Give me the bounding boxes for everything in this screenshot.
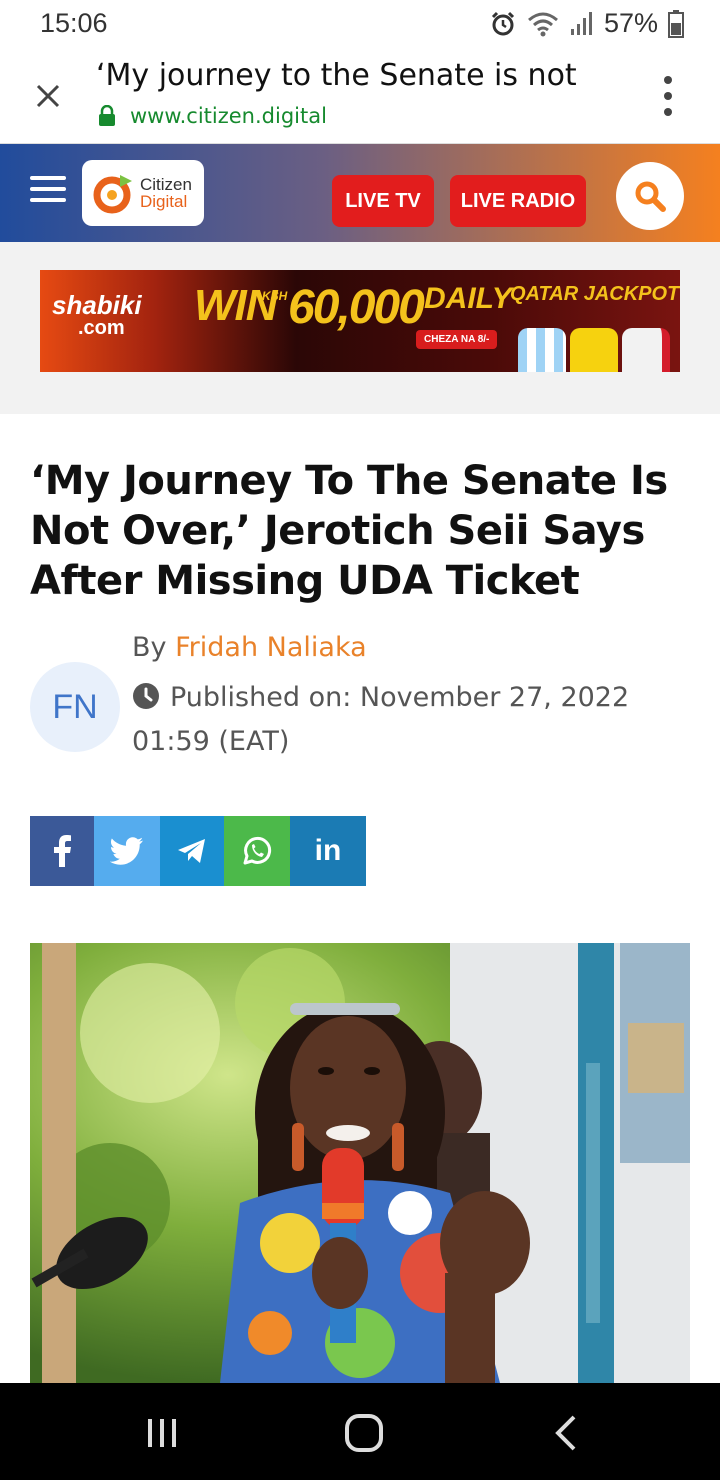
tab-page-title: ‘My journey to the Senate is not (96, 58, 577, 93)
twitter-icon (110, 837, 143, 865)
share-whatsapp-button[interactable] (224, 816, 290, 886)
author-link[interactable]: Fridah Naliaka (175, 632, 367, 663)
facebook-icon (54, 835, 71, 867)
tab-url: www.citizen.digital (130, 104, 327, 128)
system-nav-bar (0, 1383, 720, 1480)
status-icons: 57% (490, 8, 684, 39)
ad-brand: shabiki .com (52, 292, 142, 338)
article-headline: ‘My Journey To The Senate Is Not Over,’ … (30, 458, 668, 604)
clock-icon (133, 683, 159, 709)
ad-banner[interactable]: shabiki .com WIN KSH 60,000 DAILY QATAR … (40, 270, 680, 372)
lock-icon (99, 105, 115, 126)
ad-jackpot: QATAR JACKPOT (510, 283, 680, 305)
article-photo-illustration (30, 943, 690, 1383)
ad-jersey-argentina (518, 328, 566, 372)
logo-text-digital: Digital (140, 192, 188, 211)
close-icon[interactable] (30, 78, 66, 114)
ad-cta: CHEZA NA 8/- (416, 330, 498, 349)
ad-area: shabiki .com WIN KSH 60,000 DAILY QATAR … (0, 242, 720, 414)
site-logo[interactable]: Citizen Digital (82, 160, 204, 226)
share-linkedin-button[interactable]: in (290, 816, 366, 886)
live-tv-button[interactable]: LIVE TV (332, 175, 434, 227)
ad-jersey-brazil (570, 328, 618, 372)
linkedin-icon: in (314, 834, 342, 867)
search-button[interactable] (616, 162, 684, 230)
battery-icon (668, 9, 684, 38)
wifi-icon (527, 12, 558, 36)
share-bar: in (30, 816, 366, 886)
signal-icon (570, 11, 592, 35)
author-avatar: FN (30, 662, 120, 752)
ad-jersey-england (622, 328, 670, 372)
back-icon[interactable] (546, 1411, 590, 1455)
live-radio-button[interactable]: LIVE RADIO (450, 175, 586, 227)
search-icon (635, 181, 666, 212)
share-facebook-button[interactable] (30, 816, 94, 886)
ad-daily: DAILY (424, 282, 512, 315)
ad-amount: 60,000 (288, 281, 425, 334)
ad-currency: KSH (262, 289, 288, 303)
byline-prefix: By (132, 632, 167, 663)
menu-icon[interactable] (30, 176, 66, 202)
home-icon[interactable] (342, 1411, 386, 1455)
whatsapp-icon (243, 836, 272, 865)
status-time: 15:06 (40, 8, 108, 38)
telegram-icon (178, 839, 205, 863)
recent-apps-icon[interactable] (140, 1411, 184, 1455)
logo-text-citizen: Citizen (140, 175, 192, 194)
status-bar: 15:06 57% (0, 0, 720, 48)
byline: By Fridah Naliaka (132, 632, 367, 663)
site-header: Citizen Digital LIVE TV LIVE RADIO (0, 144, 720, 242)
ad-brand-domain: .com (78, 317, 125, 339)
published-date: Published on: November 27, 2022 01:59 (E… (132, 676, 692, 764)
tab-url-row: www.citizen.digital (98, 104, 327, 128)
ad-brand-name: shabiki (52, 290, 142, 320)
share-telegram-button[interactable] (160, 816, 224, 886)
article-photo (30, 943, 690, 1383)
alarm-icon (491, 11, 515, 35)
published-text: Published on: November 27, 2022 01:59 (E… (132, 682, 630, 757)
citizen-logo-icon (93, 175, 132, 214)
custom-tab-bar: ‘My journey to the Senate is not www.cit… (0, 48, 720, 144)
share-twitter-button[interactable] (94, 816, 160, 886)
battery-percent: 57% (603, 8, 658, 38)
more-options-icon[interactable] (656, 76, 680, 116)
